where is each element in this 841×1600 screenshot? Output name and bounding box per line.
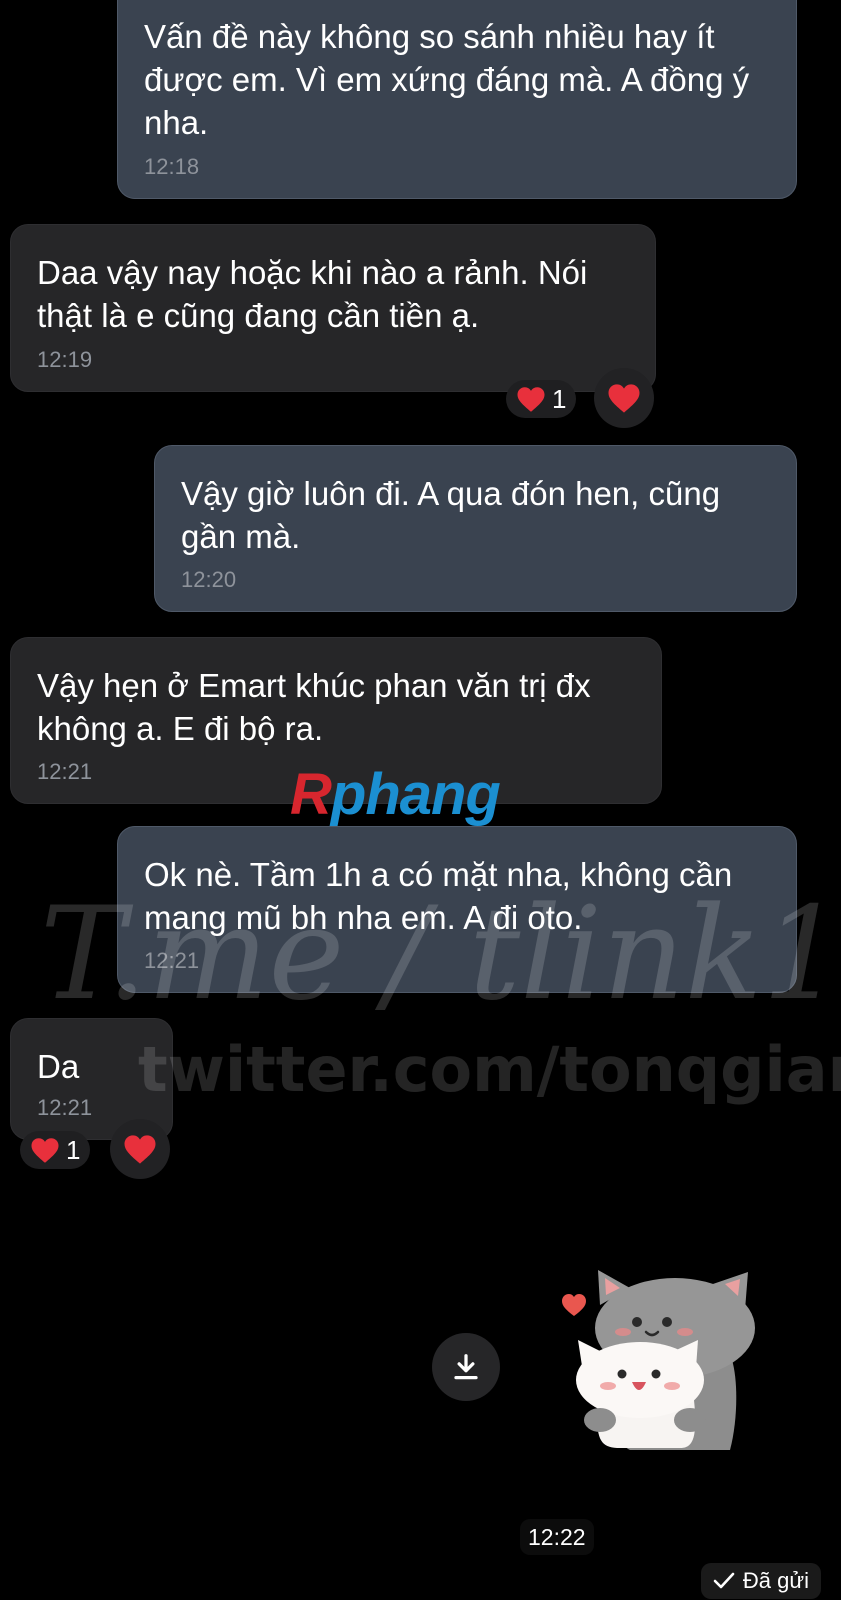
download-icon bbox=[454, 1354, 478, 1380]
sent-status-label: Đã gửi bbox=[742, 1568, 809, 1593]
message-time: 12:19 bbox=[37, 347, 93, 372]
sticker-time: 12:22 bbox=[520, 1519, 594, 1555]
heart-icon bbox=[31, 1137, 59, 1163]
message-time: 12:18 bbox=[144, 154, 200, 179]
cat-sticker-image bbox=[562, 1270, 755, 1450]
message-text: Vậy giờ luôn đi. A qua đón hen, cũng gần… bbox=[181, 475, 721, 555]
reaction-count-number: 1 bbox=[552, 383, 567, 414]
react-heart-button[interactable] bbox=[594, 368, 654, 428]
react-heart-button[interactable] bbox=[110, 1119, 170, 1179]
message-time: 12:20 bbox=[181, 567, 237, 592]
heart-icon bbox=[517, 386, 545, 412]
message-text: Da bbox=[37, 1048, 80, 1085]
message-text: Daa vậy nay hoặc khi nào a rảnh. Nói thậ… bbox=[37, 254, 588, 334]
sent-status: Đã gửi bbox=[700, 1563, 821, 1599]
watermark-logo: Rphang bbox=[290, 762, 501, 827]
heart-icon bbox=[608, 383, 640, 413]
download-button[interactable] bbox=[432, 1333, 500, 1401]
watermark-tlink: T.me / tlink18 bbox=[40, 880, 841, 1029]
watermark-twitter: twitter.com/tonqgiang bbox=[138, 1033, 841, 1106]
cat-sticker[interactable] bbox=[560, 1270, 770, 1480]
message-time: 12:21 bbox=[37, 759, 93, 784]
reaction-count[interactable]: 1 bbox=[20, 1131, 91, 1169]
reaction-count-number: 1 bbox=[66, 1134, 81, 1165]
message-time: 12:21 bbox=[37, 1095, 93, 1120]
reaction-count[interactable]: 1 bbox=[506, 380, 577, 418]
message-bubble-incoming[interactable]: Daa vậy nay hoặc khi nào a rảnh. Nói thậ… bbox=[10, 224, 656, 392]
message-bubble-outgoing[interactable]: Vấn đề này không so sánh nhiều hay ít đư… bbox=[117, 0, 797, 199]
heart-icon bbox=[124, 1134, 156, 1164]
message-text: Vậy hẹn ở Emart khúc phan văn trị đx khô… bbox=[37, 667, 591, 747]
message-bubble-outgoing[interactable]: Vậy giờ luôn đi. A qua đón hen, cũng gần… bbox=[154, 445, 797, 612]
check-icon bbox=[713, 1572, 735, 1589]
message-text: Vấn đề này không so sánh nhiều hay ít đư… bbox=[144, 18, 750, 141]
